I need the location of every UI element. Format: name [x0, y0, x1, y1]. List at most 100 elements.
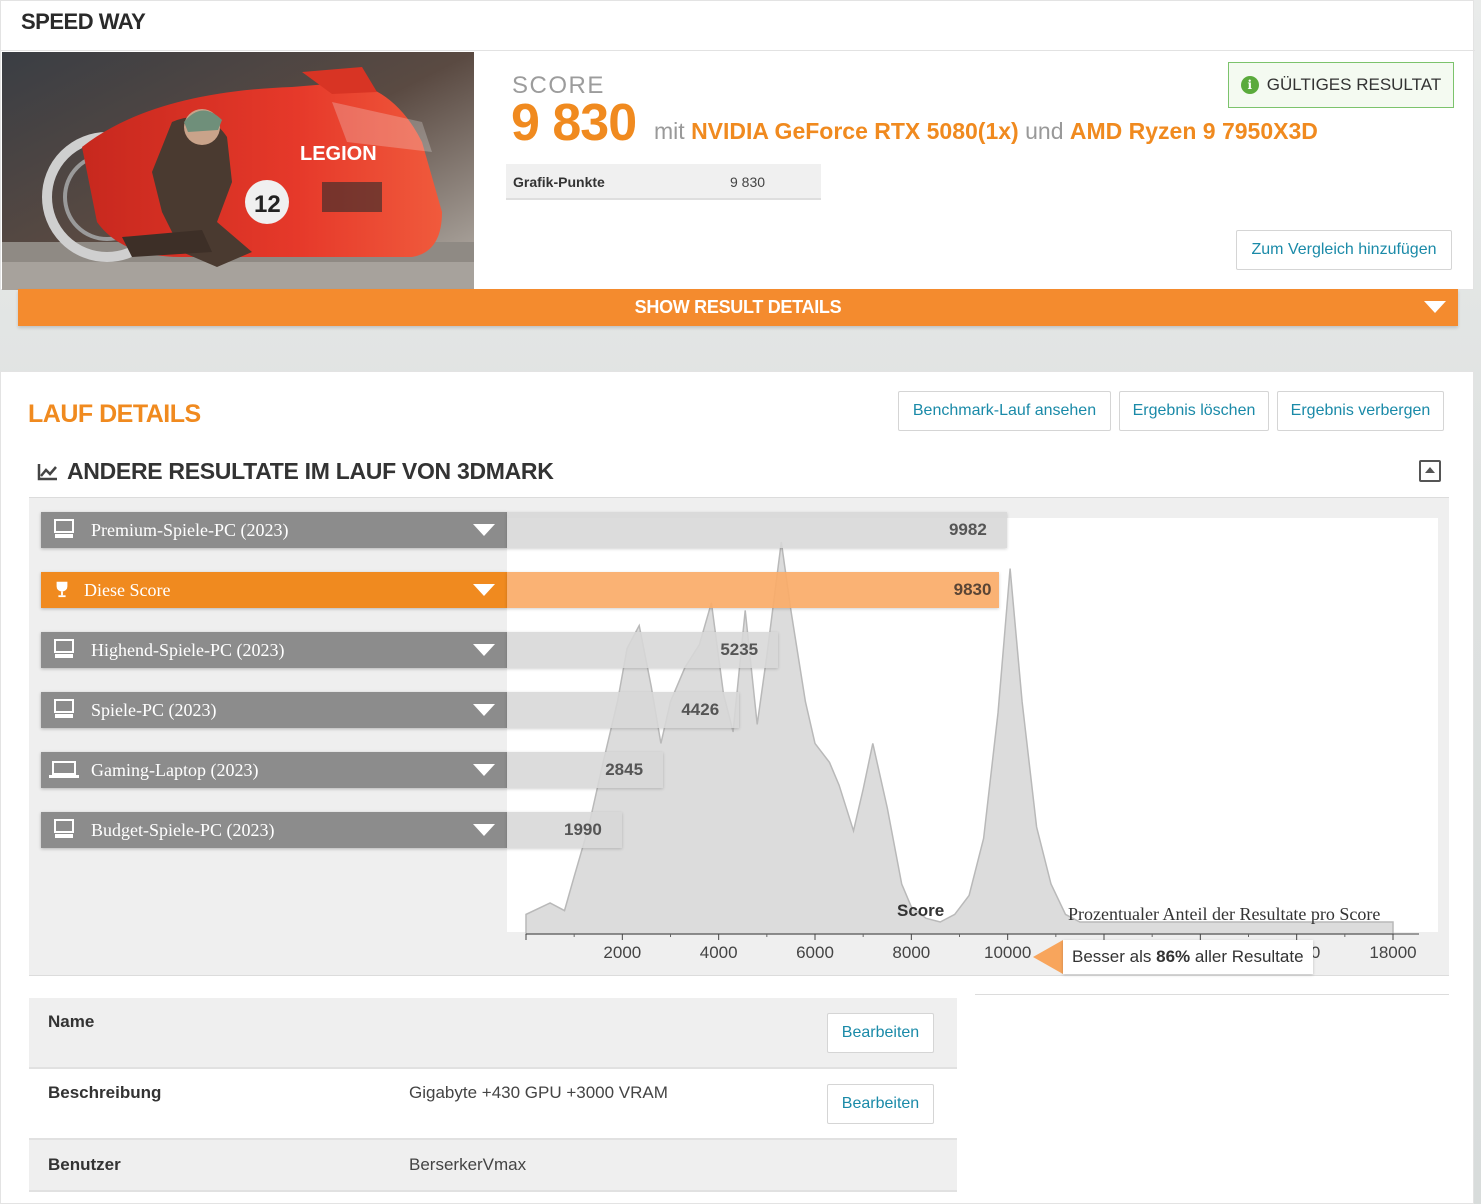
line-chart-icon: [37, 464, 57, 481]
chevron-down-icon: [473, 764, 495, 776]
show-result-details-button[interactable]: SHOW RESULT DETAILS: [18, 289, 1458, 326]
cpu-name-link[interactable]: AMD Ryzen 9 7950X3D: [1070, 118, 1318, 144]
chevron-down-icon: [473, 644, 495, 656]
category-value: 1990: [564, 820, 602, 839]
category-bar: 5235: [507, 632, 779, 668]
other-results-title: ANDERE RESULTATE IM LAUF VON 3DMARK: [67, 458, 554, 484]
desktop-icon: [54, 519, 74, 538]
category-label: Gaming-Laptop (2023): [91, 760, 259, 780]
category-row: Spiele-PC (2023) 4426: [41, 692, 740, 728]
category-value: 4426: [681, 700, 720, 719]
tooltip-suffix: aller Resultate: [1194, 947, 1304, 966]
x-tick-label: 4000: [700, 943, 738, 962]
info-row-description: Beschreibung Gigabyte +430 GPU +3000 VRA…: [29, 1069, 957, 1140]
tooltip-prefix: Besser als: [1072, 947, 1152, 966]
graphics-score-label: Grafik-Punkte: [513, 174, 605, 190]
desktop-icon: [54, 699, 74, 718]
score-hardware-description: mit NVIDIA GeForce RTX 5080(1x) und AMD …: [654, 118, 1318, 145]
chevron-down-icon: [473, 584, 495, 596]
collapse-icon[interactable]: [1419, 460, 1441, 482]
run-details-title: LAUF DETAILS: [28, 400, 201, 428]
info-label: Name: [48, 1012, 95, 1031]
category-dropdown[interactable]: Gaming-Laptop (2023): [41, 752, 507, 788]
info-label: Benutzer: [48, 1155, 121, 1174]
distribution-label: Prozentualer Anteil der Resultate pro Sc…: [1068, 904, 1381, 924]
info-icon: i: [1240, 76, 1259, 94]
x-tick-label: 8000: [892, 943, 930, 962]
x-tick-label: 10000: [984, 943, 1031, 962]
category-bar: 4426: [507, 692, 740, 728]
results-distribution-chart: 2000400060008000100001200014000160001800…: [29, 498, 1449, 976]
category-dropdown[interactable]: Spiele-PC (2023): [41, 692, 507, 728]
graphics-score-row: Grafik-Punkte 9 830: [506, 164, 821, 200]
chevron-down-icon: [1424, 301, 1446, 313]
edit-description-button[interactable]: Bearbeiten: [827, 1084, 934, 1124]
desktop-icon: [54, 639, 74, 658]
category-label: Premium-Spiele-PC (2023): [91, 520, 289, 540]
x-axis-label: Score: [897, 901, 945, 920]
chevron-down-icon: [473, 704, 495, 716]
category-dropdown[interactable]: Budget-Spiele-PC (2023): [41, 812, 507, 848]
info-value[interactable]: BerserkerVmax: [409, 1155, 526, 1175]
category-value: 9830: [953, 580, 992, 599]
score-und-text: und: [1025, 118, 1064, 144]
tooltip-percent: 86%: [1156, 947, 1191, 966]
category-label: Spiele-PC (2023): [91, 700, 217, 720]
category-row: Highend-Spiele-PC (2023) 5235: [41, 632, 779, 668]
run-details-card: LAUF DETAILS Benchmark-Lauf ansehen Erge…: [0, 371, 1474, 1204]
motorcycle-illustration: LEGION 12: [2, 52, 474, 290]
category-value: 9982: [948, 520, 987, 539]
category-label: Budget-Spiele-PC (2023): [91, 820, 275, 840]
category-row-this-score: Diese Score 9830: [41, 572, 1000, 608]
category-dropdown[interactable]: Highend-Spiele-PC (2023): [41, 632, 507, 668]
category-dropdown[interactable]: Premium-Spiele-PC (2023): [41, 512, 507, 548]
category-row: Gaming-Laptop (2023) 2845: [41, 752, 664, 788]
chevron-down-icon: [473, 824, 495, 836]
bike-logo-text: LEGION: [300, 143, 377, 165]
delete-result-button[interactable]: Ergebnis löschen: [1119, 391, 1269, 431]
other-results-header: ANDERE RESULTATE IM LAUF VON 3DMARK: [29, 452, 1449, 498]
info-row-user: Benutzer BerserkerVmax: [29, 1140, 957, 1192]
x-tick-label: 6000: [796, 943, 834, 962]
graphics-score-value: 9 830: [730, 174, 766, 190]
show-result-details-label: SHOW RESULT DETAILS: [634, 297, 842, 317]
info-value: Gigabyte +430 GPU +3000 VRAM: [409, 1083, 668, 1102]
info-label: Beschreibung: [48, 1083, 162, 1102]
add-to-compare-button[interactable]: Zum Vergleich hinzufügen: [1236, 230, 1452, 270]
tooltip-arrow: [1033, 940, 1063, 974]
category-label: Diese Score: [84, 580, 171, 600]
run-info-table: Name Bearbeiten Beschreibung Gigabyte +4…: [29, 998, 957, 1192]
title-divider: [1, 50, 1475, 51]
x-tick-label: 2000: [603, 943, 641, 962]
view-benchmark-run-button[interactable]: Benchmark-Lauf ansehen: [898, 391, 1111, 431]
category-row: Budget-Spiele-PC (2023) 1990: [41, 812, 622, 848]
hide-result-button[interactable]: Ergebnis verbergen: [1277, 391, 1444, 431]
x-tick-label: 18000: [1369, 943, 1416, 962]
desktop-icon: [54, 819, 74, 838]
category-bar: 1990: [507, 812, 622, 848]
benchmark-artwork-image: LEGION 12: [2, 52, 474, 290]
score-percentile-tooltip: Besser als 86% aller Resultate: [1033, 940, 1313, 974]
category-bar: 9982: [507, 512, 1007, 548]
valid-result-badge: i GÜLTIGES RESULTAT: [1228, 62, 1454, 108]
info-row-name: Name Bearbeiten: [29, 998, 957, 1069]
category-value: 2845: [605, 760, 644, 779]
category-bar: 9830: [507, 572, 1000, 608]
svg-text:12: 12: [254, 191, 281, 218]
gpu-name-link[interactable]: NVIDIA GeForce RTX 5080(1x): [691, 118, 1019, 144]
laptop-icon: [49, 761, 79, 778]
score-value: 9 830: [511, 94, 637, 152]
category-row: Premium-Spiele-PC (2023) 9982: [41, 512, 1007, 548]
tooltip-text: Besser als 86% aller Resultate: [1063, 940, 1313, 974]
category-label: Highend-Spiele-PC (2023): [91, 640, 285, 660]
result-header-card: SPEED WAY LEGION 12 SCORE 9 830 mit NVID…: [0, 0, 1475, 290]
valid-result-text: GÜLTIGES RESULTAT: [1266, 75, 1442, 94]
category-dropdown[interactable]: Diese Score: [41, 572, 507, 608]
trophy-icon: [56, 581, 68, 598]
side-divider: [975, 994, 1449, 995]
benchmark-title: SPEED WAY: [21, 9, 146, 34]
score-mit-text: mit: [654, 118, 685, 144]
category-bar: 2845: [507, 752, 664, 788]
edit-name-button[interactable]: Bearbeiten: [827, 1013, 934, 1053]
category-value: 5235: [720, 640, 759, 659]
